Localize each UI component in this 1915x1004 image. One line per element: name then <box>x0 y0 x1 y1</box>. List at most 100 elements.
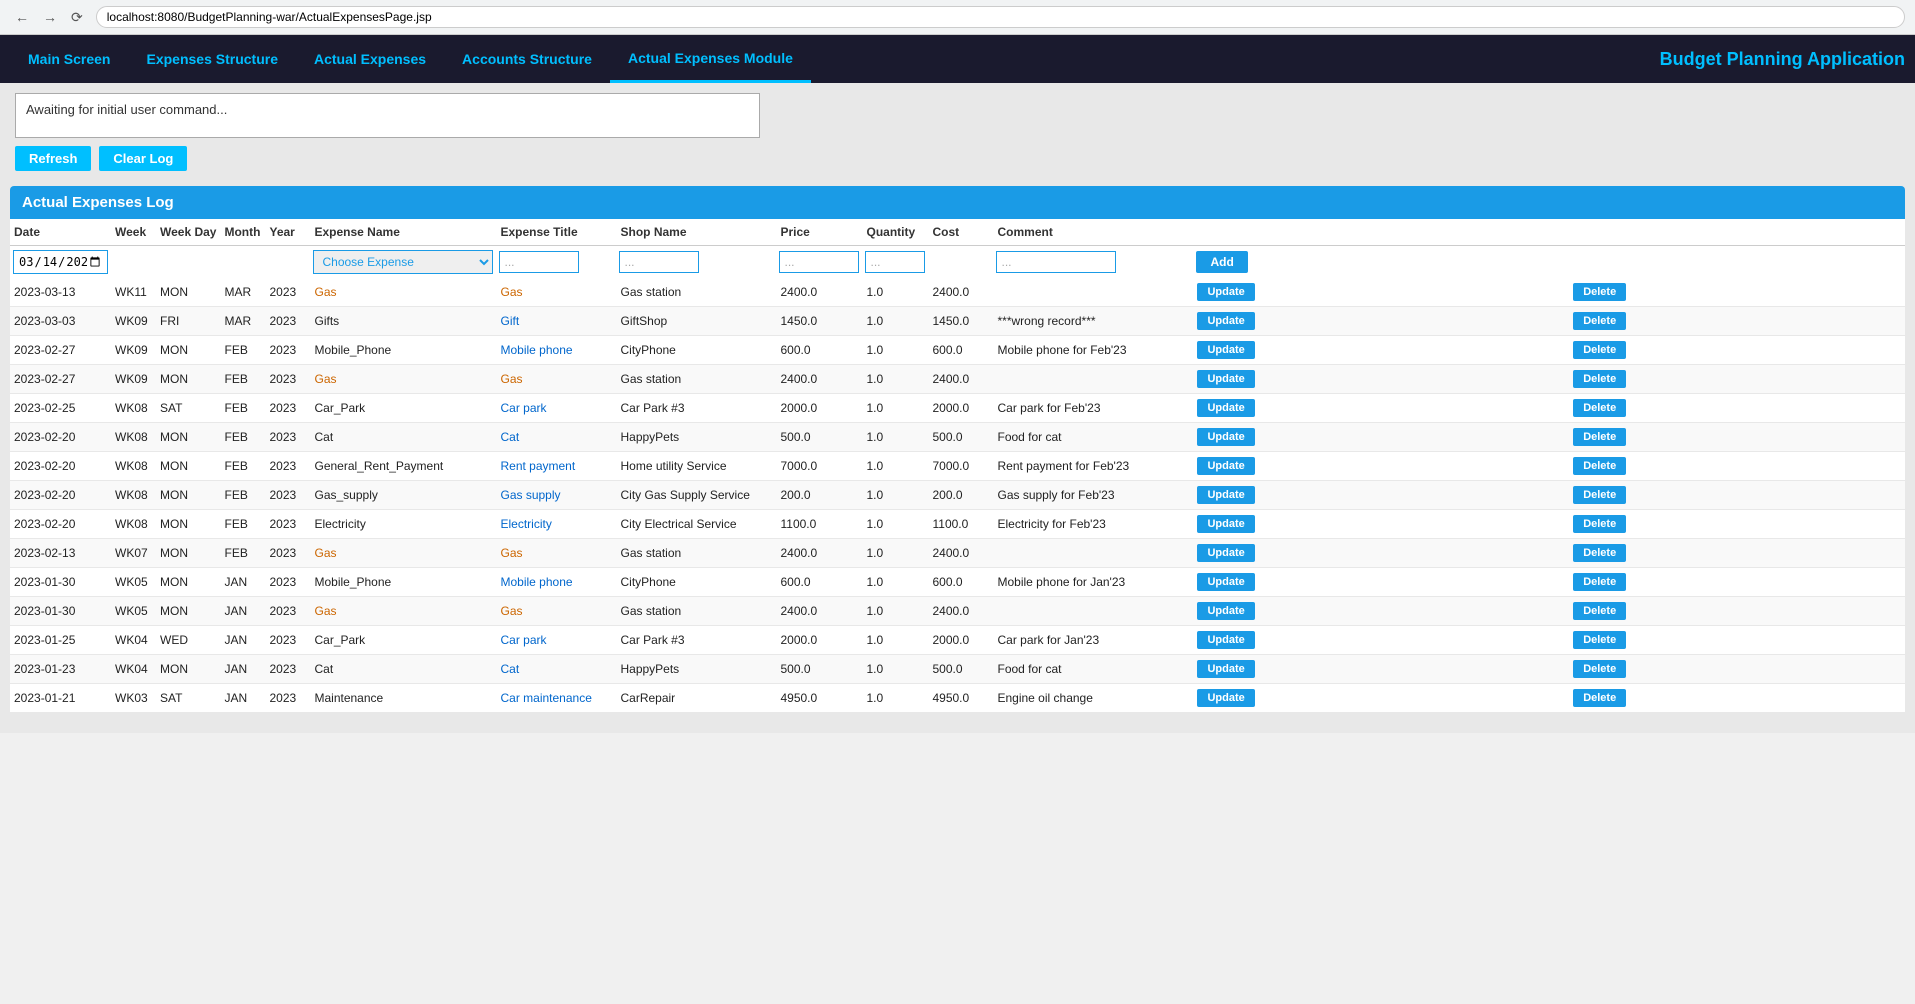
delete-button[interactable]: Delete <box>1573 515 1626 533</box>
cell-update[interactable]: Update <box>1193 481 1569 510</box>
cell-update[interactable]: Update <box>1193 394 1569 423</box>
cell-update[interactable]: Update <box>1193 423 1569 452</box>
add-button[interactable]: Add <box>1196 251 1247 273</box>
add-button-cell[interactable]: Add <box>1193 246 1569 279</box>
cell-delete[interactable]: Delete <box>1569 365 1905 394</box>
update-button[interactable]: Update <box>1197 399 1254 417</box>
table-row: 2023-02-20 WK08 MON FEB 2023 Gas_supply … <box>10 481 1905 510</box>
cell-update[interactable]: Update <box>1193 568 1569 597</box>
cell-delete[interactable]: Delete <box>1569 481 1905 510</box>
delete-button[interactable]: Delete <box>1573 399 1626 417</box>
cell-delete[interactable]: Delete <box>1569 452 1905 481</box>
delete-button[interactable]: Delete <box>1573 660 1626 678</box>
cell-delete[interactable]: Delete <box>1569 278 1905 307</box>
delete-button[interactable]: Delete <box>1573 573 1626 591</box>
cell-delete[interactable]: Delete <box>1569 336 1905 365</box>
cell-weekday: MON <box>156 510 220 539</box>
refresh-button[interactable]: Refresh <box>15 146 91 171</box>
cell-delete[interactable]: Delete <box>1569 655 1905 684</box>
clear-log-button[interactable]: Clear Log <box>99 146 187 171</box>
update-button[interactable]: Update <box>1197 631 1254 649</box>
update-button[interactable]: Update <box>1197 341 1254 359</box>
comment-input-cell[interactable] <box>993 246 1193 279</box>
nav-expenses-structure[interactable]: Expenses Structure <box>128 35 296 83</box>
qty-input[interactable] <box>865 251 925 273</box>
update-button[interactable]: Update <box>1197 370 1254 388</box>
cell-delete[interactable]: Delete <box>1569 307 1905 336</box>
expense-select[interactable]: Choose Expense <box>313 250 493 274</box>
update-button[interactable]: Update <box>1197 428 1254 446</box>
date-input-cell[interactable] <box>10 246 111 279</box>
cell-delete[interactable]: Delete <box>1569 597 1905 626</box>
delete-button[interactable]: Delete <box>1573 631 1626 649</box>
delete-button[interactable]: Delete <box>1573 544 1626 562</box>
nav-accounts-structure[interactable]: Accounts Structure <box>444 35 610 83</box>
price-input-cell[interactable] <box>776 246 862 279</box>
cell-delete[interactable]: Delete <box>1569 626 1905 655</box>
nav-actual-expenses-module[interactable]: Actual Expenses Module <box>610 35 811 83</box>
update-button[interactable]: Update <box>1197 515 1254 533</box>
forward-button[interactable]: → <box>38 7 62 28</box>
cell-update[interactable]: Update <box>1193 307 1569 336</box>
reload-button[interactable]: ⟳ <box>66 7 88 28</box>
comment-input[interactable] <box>996 251 1116 273</box>
cell-delete[interactable]: Delete <box>1569 684 1905 713</box>
expense-select-cell[interactable]: Choose Expense <box>310 246 496 279</box>
delete-button[interactable]: Delete <box>1573 602 1626 620</box>
delete-button[interactable]: Delete <box>1573 370 1626 388</box>
browser-nav[interactable]: ← → ⟳ <box>10 7 88 28</box>
qty-input-cell[interactable] <box>862 246 928 279</box>
update-button[interactable]: Update <box>1197 486 1254 504</box>
delete-button[interactable]: Delete <box>1573 341 1626 359</box>
cell-update[interactable]: Update <box>1193 684 1569 713</box>
title-input[interactable] <box>499 251 579 273</box>
url-bar[interactable] <box>96 6 1905 28</box>
delete-button[interactable]: Delete <box>1573 428 1626 446</box>
update-button[interactable]: Update <box>1197 602 1254 620</box>
cell-update[interactable]: Update <box>1193 655 1569 684</box>
nav-main-screen[interactable]: Main Screen <box>10 35 128 83</box>
cell-comment: Car park for Feb'23 <box>993 394 1193 423</box>
month-input-cell <box>220 246 265 279</box>
cell-update[interactable]: Update <box>1193 539 1569 568</box>
update-button[interactable]: Update <box>1197 573 1254 591</box>
cell-month: FEB <box>220 481 265 510</box>
col-header-comment: Comment <box>993 219 1193 246</box>
cell-delete[interactable]: Delete <box>1569 568 1905 597</box>
shop-input-cell[interactable] <box>616 246 776 279</box>
update-button[interactable]: Update <box>1197 660 1254 678</box>
cell-delete[interactable]: Delete <box>1569 423 1905 452</box>
update-button[interactable]: Update <box>1197 457 1254 475</box>
shop-input[interactable] <box>619 251 699 273</box>
cell-update[interactable]: Update <box>1193 452 1569 481</box>
delete-button[interactable]: Delete <box>1573 486 1626 504</box>
cell-update[interactable]: Update <box>1193 597 1569 626</box>
nav-actual-expenses[interactable]: Actual Expenses <box>296 35 444 83</box>
cell-expense-title: Car park <box>496 394 616 423</box>
cell-weekday: MON <box>156 481 220 510</box>
update-button[interactable]: Update <box>1197 689 1254 707</box>
cell-delete[interactable]: Delete <box>1569 539 1905 568</box>
cell-delete[interactable]: Delete <box>1569 510 1905 539</box>
back-button[interactable]: ← <box>10 7 34 28</box>
cell-update[interactable]: Update <box>1193 336 1569 365</box>
title-input-cell[interactable] <box>496 246 616 279</box>
date-input[interactable] <box>13 250 108 274</box>
delete-button[interactable]: Delete <box>1573 457 1626 475</box>
cell-update[interactable]: Update <box>1193 510 1569 539</box>
cell-shop: Gas station <box>616 539 776 568</box>
cell-delete[interactable]: Delete <box>1569 394 1905 423</box>
cell-update[interactable]: Update <box>1193 278 1569 307</box>
cell-cost: 200.0 <box>928 481 993 510</box>
delete-button[interactable]: Delete <box>1573 689 1626 707</box>
update-button[interactable]: Update <box>1197 544 1254 562</box>
update-button[interactable]: Update <box>1197 283 1254 301</box>
update-button[interactable]: Update <box>1197 312 1254 330</box>
delete-button[interactable]: Delete <box>1573 283 1626 301</box>
delete-button[interactable]: Delete <box>1573 312 1626 330</box>
cell-update[interactable]: Update <box>1193 626 1569 655</box>
cell-update[interactable]: Update <box>1193 365 1569 394</box>
cell-year: 2023 <box>265 336 310 365</box>
cell-shop: Gas station <box>616 597 776 626</box>
price-input[interactable] <box>779 251 859 273</box>
